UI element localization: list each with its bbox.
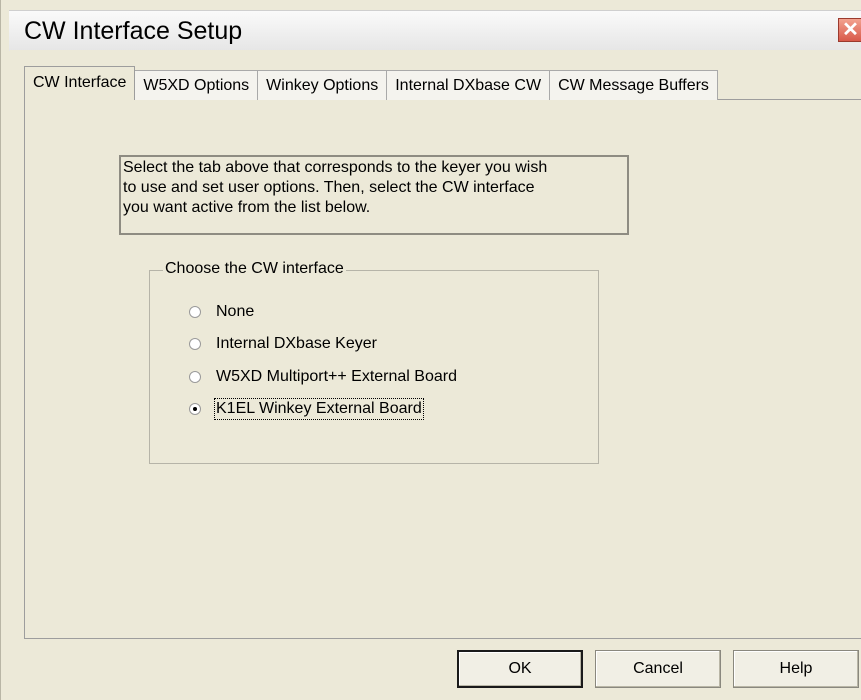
radio-button-selected-icon[interactable] bbox=[189, 403, 201, 415]
window-title: CW Interface Setup bbox=[24, 17, 243, 45]
radio-label: K1EL Winkey External Board bbox=[214, 398, 424, 420]
tab-w5xd-options[interactable]: W5XD Options bbox=[134, 70, 259, 100]
tab-cw-interface[interactable]: CW Interface bbox=[24, 66, 136, 100]
instructions-line: you want active from the list below. bbox=[123, 199, 371, 216]
radio-label: W5XD Multiport++ External Board bbox=[216, 368, 457, 385]
tab-cw-message-buffers[interactable]: CW Message Buffers bbox=[549, 70, 718, 100]
tab-winkey-options[interactable]: Winkey Options bbox=[257, 70, 388, 100]
instructions-line: to use and set user options. Then, selec… bbox=[123, 179, 535, 196]
radio-label: Internal DXbase Keyer bbox=[216, 335, 377, 352]
tab-strip: CW Interface W5XD Options Winkey Options… bbox=[24, 66, 718, 100]
radio-button-icon[interactable] bbox=[189, 338, 201, 350]
instructions-text-box: Select the tab above that corresponds to… bbox=[119, 155, 629, 235]
radio-option-w5xd[interactable]: W5XD Multiport++ External Board bbox=[189, 367, 457, 387]
instructions-line: Select the tab above that corresponds to… bbox=[123, 159, 548, 176]
radio-button-icon[interactable] bbox=[189, 371, 201, 383]
ok-button[interactable]: OK bbox=[457, 650, 583, 688]
radio-option-none[interactable]: None bbox=[189, 302, 254, 322]
radio-button-icon[interactable] bbox=[189, 306, 201, 318]
close-icon: ✕ bbox=[842, 19, 859, 41]
radio-label: None bbox=[216, 303, 255, 320]
close-button[interactable]: ✕ bbox=[838, 18, 861, 42]
radio-option-k1el-winkey[interactable]: K1EL Winkey External Board bbox=[189, 398, 424, 420]
groupbox-legend: Choose the CW interface bbox=[163, 260, 346, 278]
cancel-button[interactable]: Cancel bbox=[595, 650, 721, 688]
title-bar[interactable]: CW Interface Setup ✕ bbox=[9, 10, 861, 51]
radio-option-internal-keyer[interactable]: Internal DXbase Keyer bbox=[189, 334, 377, 354]
tab-internal-dxbase-cw[interactable]: Internal DXbase CW bbox=[386, 70, 551, 100]
dialog-window: CW Interface Setup ✕ CW Interface W5XD O… bbox=[0, 0, 861, 700]
help-button[interactable]: Help bbox=[733, 650, 859, 688]
